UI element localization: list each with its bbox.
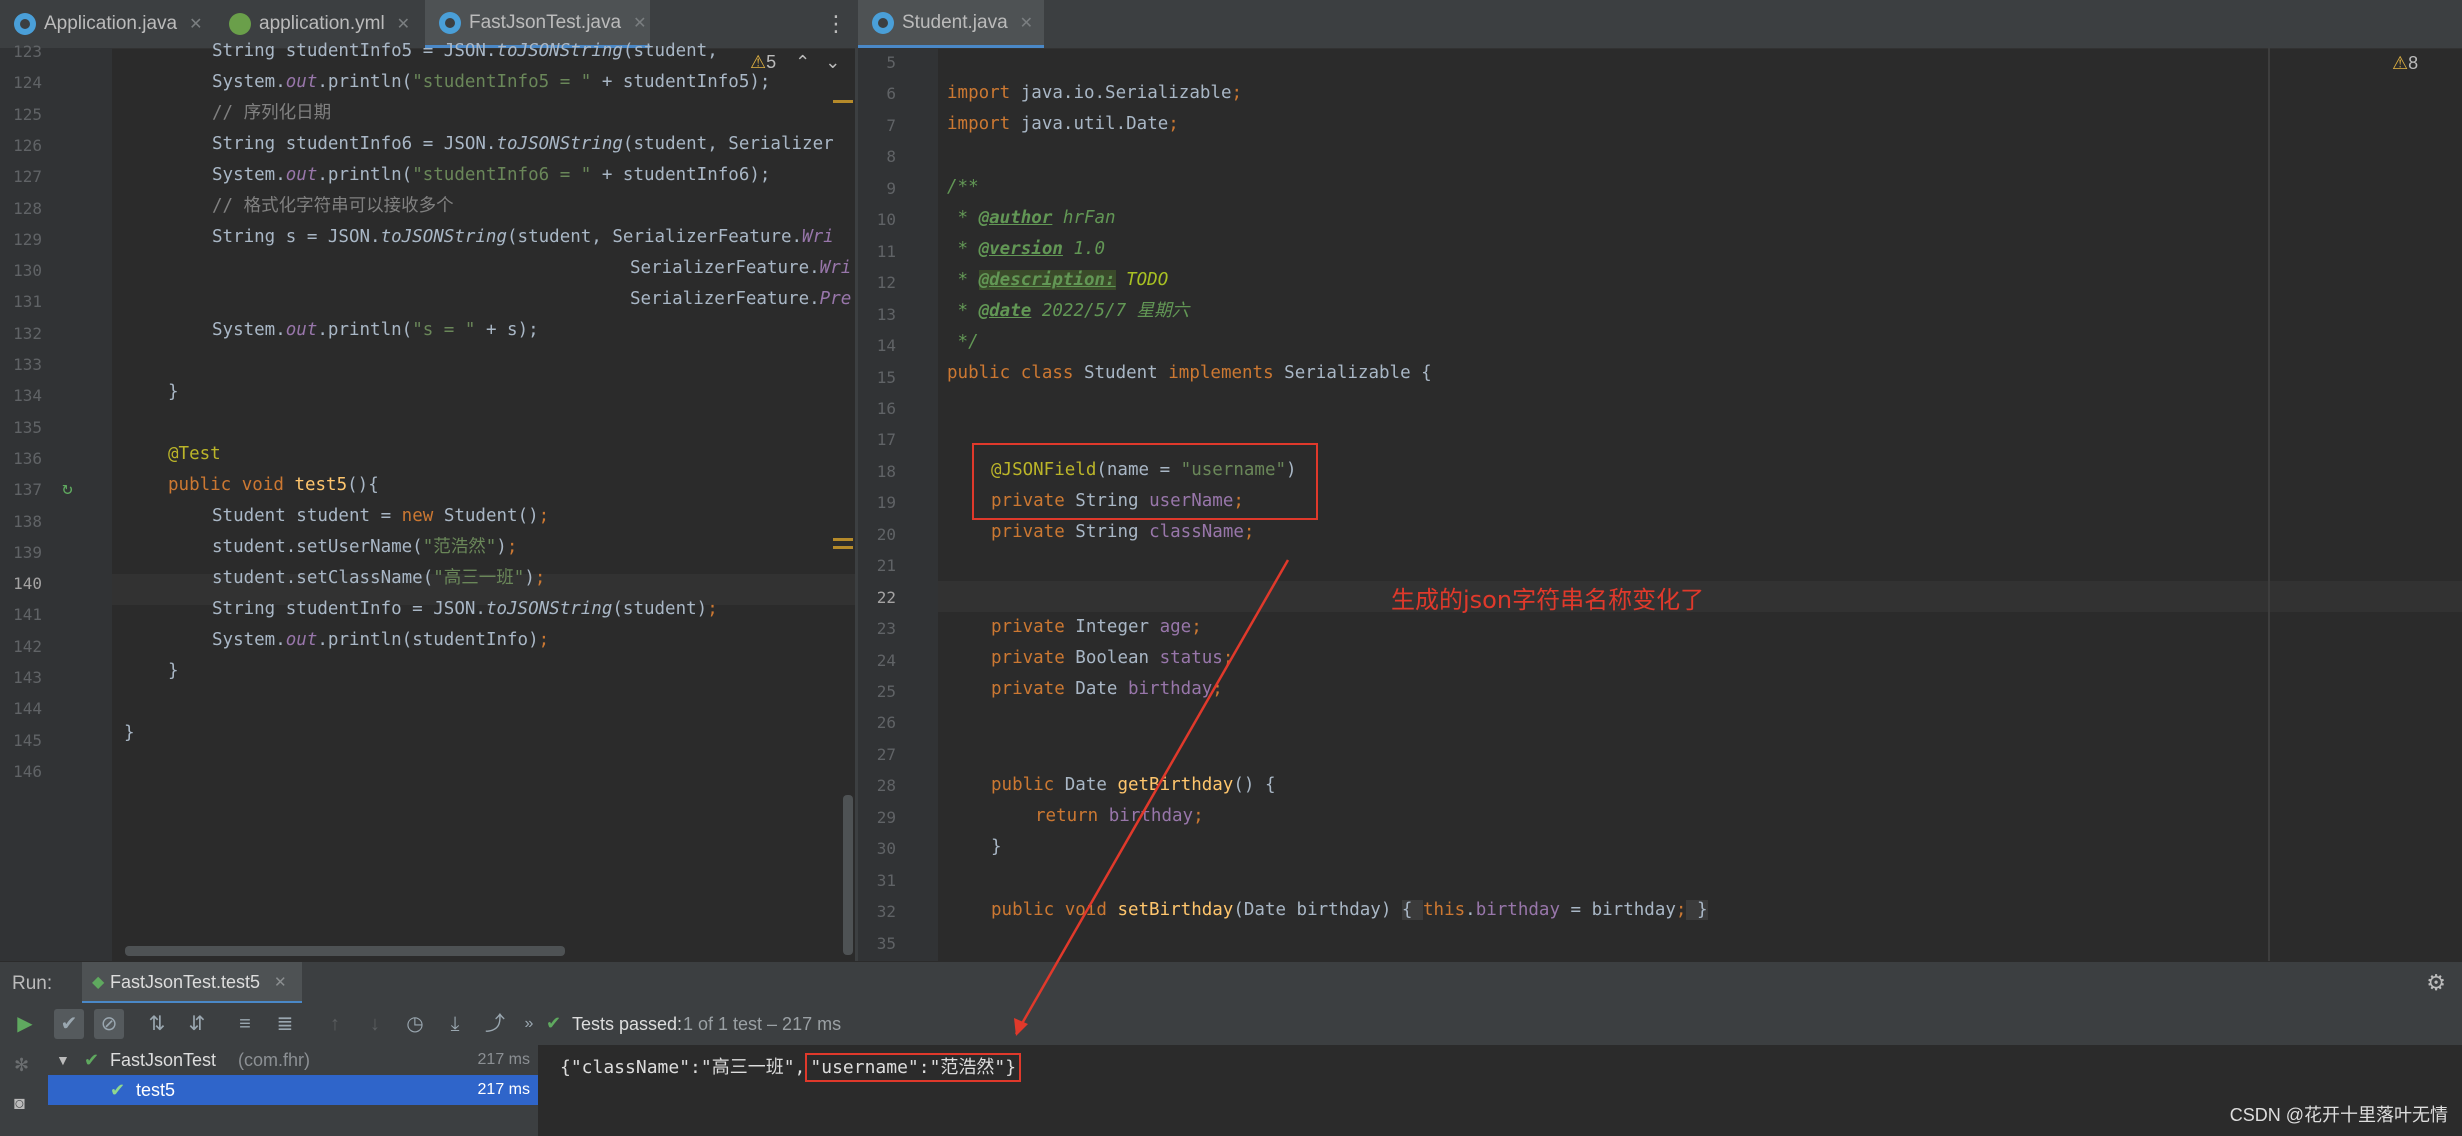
annotation-arrow — [1014, 559, 1290, 1036]
arrow-head — [1014, 1018, 1028, 1036]
arrow-line — [1014, 559, 1290, 1035]
